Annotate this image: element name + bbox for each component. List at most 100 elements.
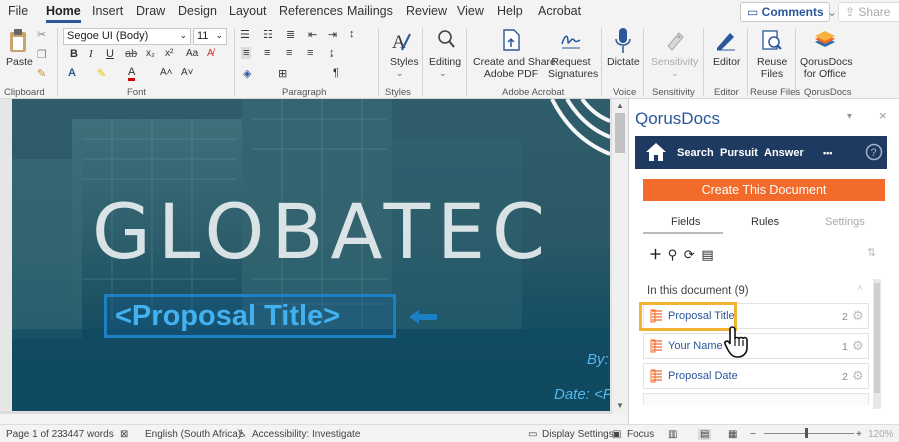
accessibility-icon[interactable]: ♿ [238, 429, 247, 440]
cut-icon[interactable]: ✂ [37, 28, 46, 41]
dictate-label[interactable]: Dictate [607, 56, 640, 68]
qorusdocs-label[interactable]: QorusDocs for Office [800, 56, 853, 80]
align-left-icon[interactable]: ≡ [241, 47, 252, 59]
paste-label[interactable]: Paste [6, 56, 33, 68]
shading-icon[interactable]: ◈ [243, 67, 251, 80]
sensitivity-icon[interactable] [664, 28, 686, 52]
field-row-partial[interactable] [643, 393, 869, 405]
copy-icon[interactable]: ❐ [37, 48, 47, 61]
scroll-down-icon[interactable]: ▼ [616, 401, 624, 410]
microphone-icon[interactable] [614, 27, 632, 55]
create-share-pdf-label[interactable]: Create and Share Adobe PDF [473, 56, 556, 80]
tab-review[interactable]: Review [406, 4, 447, 18]
list-icon[interactable]: ▤ [701, 247, 713, 262]
show-marks-icon[interactable]: ¶ [333, 67, 339, 79]
reuse-files-label[interactable]: Reuse Files [757, 56, 787, 80]
print-layout-icon[interactable]: ▤ [698, 429, 712, 440]
font-size-combo[interactable]: 11 ⌄ [193, 28, 227, 45]
document-area[interactable]: GLOBATEC <Proposal Title> By: Date: <P ▲… [0, 99, 628, 414]
italic-icon[interactable]: I [89, 48, 93, 60]
justify-icon[interactable]: ≡ [307, 47, 313, 59]
chevron-down-icon[interactable]: ⌄ [671, 68, 679, 79]
gear-icon[interactable]: ⚙ [852, 368, 864, 384]
shrink-font-icon[interactable]: A˅ [181, 67, 194, 78]
borders-icon[interactable]: ⊞ [278, 67, 287, 80]
strikethrough-icon[interactable]: ab [125, 48, 137, 60]
align-right-icon[interactable]: ≡ [286, 47, 292, 59]
chevron-down-icon[interactable]: ⌄ [439, 68, 447, 79]
zoom-slider-thumb[interactable] [805, 428, 808, 438]
tab-file[interactable]: File [8, 4, 28, 18]
sort-icon[interactable]: ⇅ [867, 246, 876, 259]
vertical-scrollbar[interactable]: ▲ ▼ [611, 99, 628, 414]
display-settings[interactable]: Display Settings [542, 429, 614, 440]
bold-icon[interactable]: B [70, 48, 78, 60]
scroll-thumb[interactable] [615, 113, 625, 153]
add-icon[interactable]: ＋ [649, 247, 662, 262]
tab-mailings[interactable]: Mailings [347, 4, 393, 18]
nav-more[interactable]: ••• [823, 148, 832, 158]
refresh-icon[interactable]: ⟳ [684, 247, 695, 262]
align-center-icon[interactable]: ≡ [264, 47, 270, 59]
superscript-icon[interactable]: x² [165, 48, 173, 59]
focus-mode[interactable]: Focus [627, 429, 654, 440]
font-name-combo[interactable]: Segoe UI (Body) ⌄ [63, 28, 191, 45]
numbering-icon[interactable]: ☷ [263, 28, 273, 41]
tab-fields[interactable]: Fields [671, 216, 700, 228]
proposal-title-field[interactable]: <Proposal Title> [104, 294, 396, 338]
paste-icon[interactable] [8, 28, 28, 54]
tab-draw[interactable]: Draw [136, 4, 165, 18]
display-settings-icon[interactable]: ▭ [528, 429, 537, 440]
chevron-down-icon[interactable]: ⌄ [396, 68, 404, 79]
decrease-indent-icon[interactable]: ⇤ [308, 28, 317, 41]
zoom-level[interactable]: 120% [868, 429, 894, 440]
qorusdocs-icon[interactable] [812, 28, 838, 52]
tab-acrobat[interactable]: Acrobat [538, 4, 581, 18]
search-icon[interactable]: ⚲ [668, 247, 678, 262]
pane-scrollbar[interactable] [873, 279, 881, 409]
tab-layout[interactable]: Layout [229, 4, 267, 18]
word-count[interactable]: 3447 words [62, 429, 114, 440]
tab-settings[interactable]: Settings [825, 216, 865, 228]
bullets-icon[interactable]: ☰ [240, 28, 250, 41]
tab-help[interactable]: Help [497, 4, 523, 18]
clear-format-icon[interactable]: A̸ [207, 48, 214, 59]
increase-indent-icon[interactable]: ⇥ [328, 28, 337, 41]
zoom-out-icon[interactable]: − [750, 429, 756, 440]
highlight-icon[interactable]: ✎ [97, 67, 106, 80]
page-count[interactable]: Page 1 of 23 [6, 429, 63, 440]
request-signatures-label[interactable]: Request Signatures [548, 56, 598, 80]
subscript-icon[interactable]: x₂ [146, 48, 155, 59]
gear-icon[interactable]: ⚙ [852, 338, 864, 354]
underline-icon[interactable]: U [106, 48, 114, 60]
field-row-proposal-date[interactable]: Proposal Date 2 ⚙ [643, 363, 869, 389]
close-icon[interactable]: × [879, 108, 887, 123]
request-signatures-icon[interactable] [559, 28, 583, 52]
focus-icon[interactable]: ▣ [612, 429, 621, 440]
tab-view[interactable]: View [457, 4, 484, 18]
web-layout-icon[interactable]: ▦ [728, 429, 737, 440]
styles-icon[interactable]: A [390, 28, 412, 54]
tab-references[interactable]: References [279, 4, 343, 18]
editor-icon[interactable] [714, 28, 738, 52]
sensitivity-label[interactable]: Sensitivity [651, 56, 698, 68]
field-row-your-name[interactable]: Your Name 1 ⚙ [643, 333, 869, 359]
tab-design[interactable]: Design [178, 4, 217, 18]
sort-icon[interactable]: ↕ [349, 28, 355, 40]
proofing-icon[interactable]: ⊠ [120, 429, 128, 440]
pane-scroll-thumb[interactable] [874, 283, 880, 393]
font-color-icon[interactable]: A [128, 67, 136, 81]
editing-label[interactable]: Editing [429, 56, 461, 68]
read-mode-icon[interactable]: ▥ [668, 429, 677, 440]
zoom-slider[interactable] [764, 433, 854, 434]
create-document-button[interactable]: Create This Document [643, 179, 885, 201]
styles-label[interactable]: Styles [390, 56, 419, 68]
text-effects-icon[interactable]: A [68, 67, 76, 79]
gear-icon[interactable]: ⚙ [852, 308, 864, 324]
comments-button[interactable]: ▭ Comments ⌄ [740, 2, 837, 22]
share-button[interactable]: ⇪ Share [838, 2, 899, 22]
multilevel-list-icon[interactable]: ≣ [286, 28, 295, 41]
home-icon[interactable] [645, 142, 667, 162]
grow-font-icon[interactable]: A˄ [160, 67, 173, 78]
nav-search[interactable]: Search [677, 147, 714, 159]
